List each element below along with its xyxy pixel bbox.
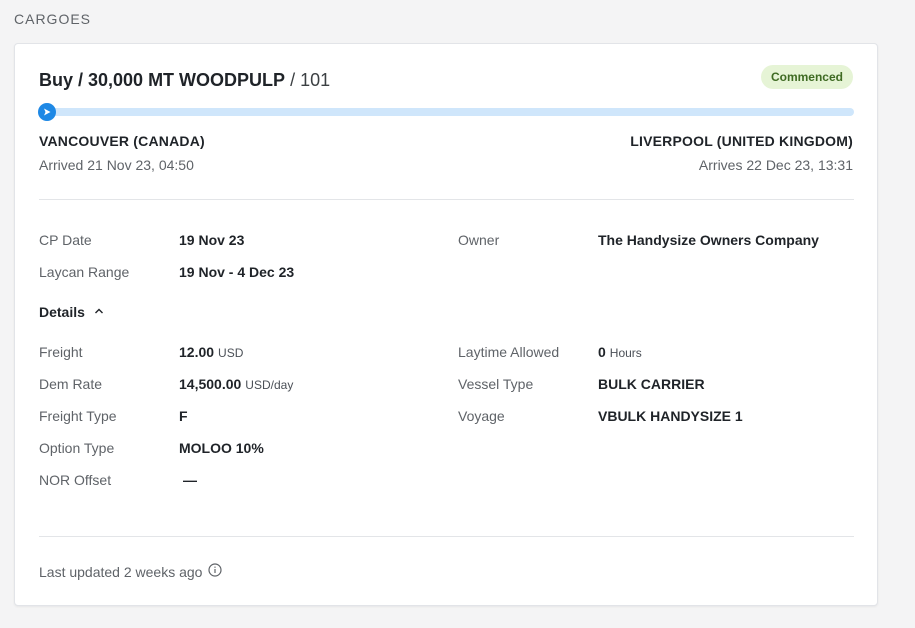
laytime-label: Laytime Allowed xyxy=(458,344,560,360)
laycan-value: 19 Nov - 4 Dec 23 xyxy=(179,264,295,280)
cp-date-label: CP Date xyxy=(39,232,92,248)
owner-value: The Handysize Owners Company xyxy=(598,232,819,248)
destination-time: Arrives 22 Dec 23, 13:31 xyxy=(698,157,853,173)
cargo-card[interactable]: Buy / 30,000 MT WOODPULP / 101 Commenced… xyxy=(14,43,878,606)
voyage-label: Voyage xyxy=(458,408,505,424)
status-badge: Commenced xyxy=(760,65,853,89)
voyage-progress-bar xyxy=(38,103,854,121)
info-icon[interactable] xyxy=(208,563,223,580)
laytime-value: 0 Hours xyxy=(598,344,642,360)
dem-rate-unit: USD/day xyxy=(245,378,294,392)
freight-type-value: F xyxy=(179,408,188,424)
voyage-value: VBULK HANDYSIZE 1 xyxy=(598,408,743,424)
cargo-title-suffix: / 101 xyxy=(285,70,331,90)
destination-port: LIVERPOOL (UNITED KINGDOM) xyxy=(630,133,853,149)
nor-offset-value: — xyxy=(183,472,197,488)
cargo-title: Buy / 30,000 MT WOODPULP / 101 xyxy=(39,70,330,91)
vessel-type-label: Vessel Type xyxy=(458,376,534,392)
owner-label: Owner xyxy=(458,232,500,248)
freight-label: Freight xyxy=(39,344,83,360)
dem-rate-amount: 14,500.00 xyxy=(179,376,242,392)
dem-rate-label: Dem Rate xyxy=(39,376,103,392)
nor-offset-label: NOR Offset xyxy=(39,472,112,488)
freight-unit: USD xyxy=(218,346,244,360)
details-toggle-label: Details xyxy=(39,304,85,320)
origin-port: VANCOUVER (CANADA) xyxy=(39,133,205,149)
laytime-amount: 0 xyxy=(598,344,606,360)
last-updated: Last updated 2 weeks ago xyxy=(39,563,223,580)
option-type-value: MOLOO 10% xyxy=(179,440,264,456)
details-toggle[interactable]: Details xyxy=(39,304,105,320)
divider xyxy=(39,199,854,200)
origin-time: Arrived 21 Nov 23, 04:50 xyxy=(39,157,194,173)
cargo-title-main: Buy / 30,000 MT WOODPULP xyxy=(39,70,286,90)
cp-date-value: 19 Nov 23 xyxy=(179,232,245,248)
vessel-position-icon xyxy=(38,103,56,121)
last-updated-text: Last updated 2 weeks ago xyxy=(39,563,203,580)
freight-value: 12.00 USD xyxy=(179,344,243,360)
option-type-label: Option Type xyxy=(39,440,115,456)
chevron-up-icon xyxy=(93,304,105,320)
freight-amount: 12.00 xyxy=(179,344,215,360)
vessel-type-value: BULK CARRIER xyxy=(598,376,705,392)
laycan-label: Laycan Range xyxy=(39,264,130,280)
divider xyxy=(39,536,854,537)
dem-rate-value: 14,500.00 USD/day xyxy=(179,376,293,392)
section-title: CARGOES xyxy=(14,11,92,27)
freight-type-label: Freight Type xyxy=(39,408,117,424)
laytime-unit: Hours xyxy=(609,346,642,360)
